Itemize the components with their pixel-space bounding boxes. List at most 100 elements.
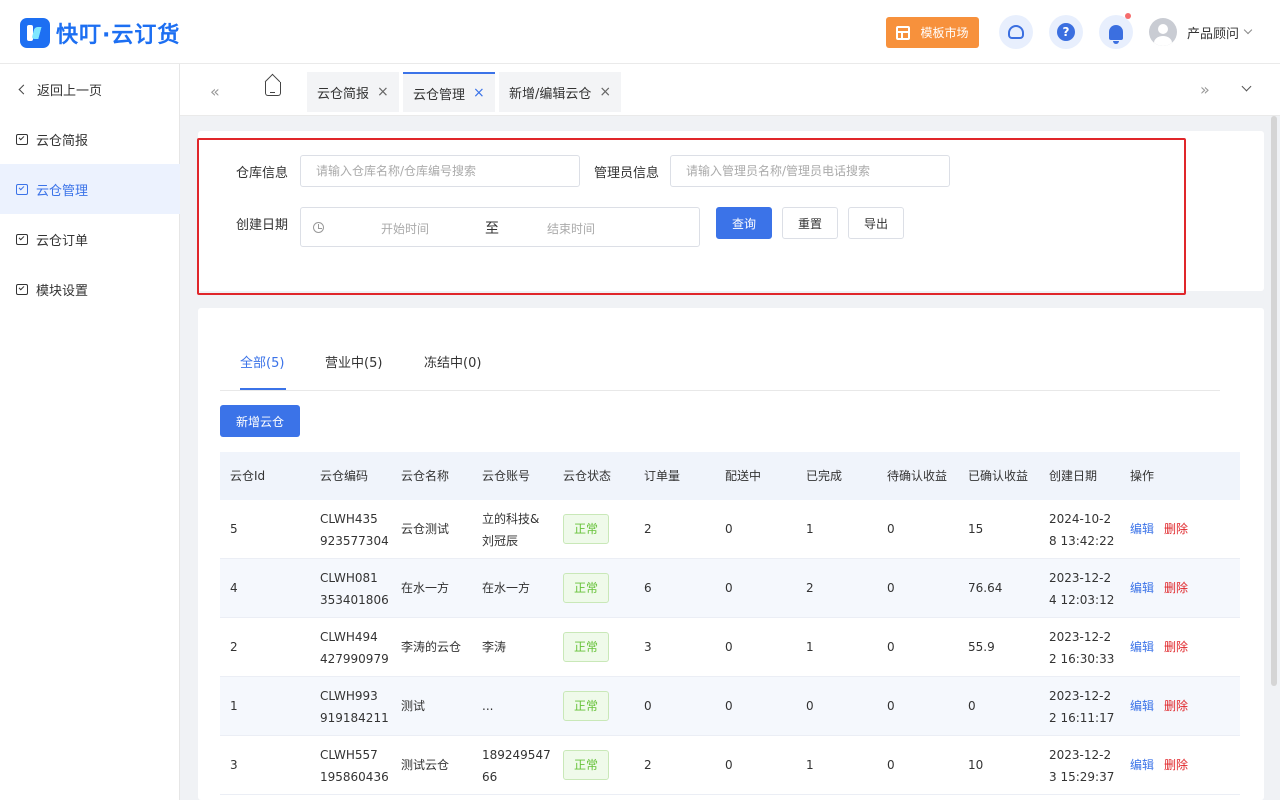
cell-account: 立的科技& <box>482 512 540 526</box>
tab-open[interactable]: 营业中(5) <box>325 352 382 371</box>
user-name: 产品顾问 <box>1187 26 1240 42</box>
cell-name: 测试 <box>401 699 426 713</box>
cell-orders: 2 <box>644 522 652 536</box>
cell-date: 2023-12-2 <box>1049 571 1112 585</box>
close-icon[interactable]: × <box>377 84 389 100</box>
delete-link[interactable]: 删除 <box>1164 699 1188 713</box>
delete-link[interactable]: 删除 <box>1164 581 1188 595</box>
tab-all[interactable]: 全部(5) <box>240 352 284 371</box>
sidebar-item-module-settings[interactable]: 模块设置 <box>0 264 180 314</box>
cell-delivering: 0 <box>725 640 733 654</box>
tab-brief[interactable]: 云仓简报 × <box>307 72 399 112</box>
checkbox-icon <box>16 183 28 195</box>
page-scrollbar[interactable] <box>1271 116 1277 686</box>
tabs-scroll-left-icon[interactable]: « <box>210 82 220 101</box>
checkbox-icon <box>16 283 28 295</box>
delete-link[interactable]: 删除 <box>1164 522 1188 536</box>
edit-link[interactable]: 编辑 <box>1130 758 1154 772</box>
warehouse-search-input[interactable] <box>300 155 580 187</box>
status-badge: 正常 <box>563 514 609 544</box>
customer-service-button[interactable] <box>999 15 1033 49</box>
column-header: 云仓状态 <box>563 469 612 483</box>
cell-account: 66 <box>482 770 498 784</box>
column-header: 云仓Id <box>230 469 266 483</box>
tab-label: 新增/编辑云仓 <box>509 86 592 102</box>
bell-icon <box>1109 24 1123 44</box>
template-market-button[interactable]: 模板市场 <box>886 17 979 48</box>
cell-delivering: 0 <box>725 758 733 772</box>
sidebar-item-orders[interactable]: 云仓订单 <box>0 214 180 264</box>
tab-label: 云仓简报 <box>317 86 370 102</box>
column-header: 已确认收益 <box>968 469 1029 483</box>
cell-confirmed-income: 55.9 <box>968 640 995 654</box>
date-end-placeholder[interactable]: 结束时间 <box>547 220 595 237</box>
edit-link[interactable]: 编辑 <box>1130 522 1154 536</box>
manager-info-label: 管理员信息 <box>594 166 660 181</box>
cell-date: 2023-12-2 <box>1049 689 1112 703</box>
sidebar-item-management[interactable]: 云仓管理 <box>0 164 180 214</box>
sidebar: 返回上一页 云仓简报 云仓管理 云仓订单 模块设置 <box>0 64 180 800</box>
checkbox-icon <box>16 133 28 145</box>
tab-add-edit[interactable]: 新增/编辑云仓 × <box>499 72 622 112</box>
cell-id: 2 <box>230 640 238 654</box>
tab-frozen[interactable]: 冻结中(0) <box>424 352 481 371</box>
add-warehouse-button[interactable]: 新增云仓 <box>220 405 300 437</box>
cell-pending-income: 0 <box>887 758 895 772</box>
cell-orders: 0 <box>644 699 652 713</box>
help-button[interactable]: ? <box>1049 15 1083 49</box>
cell-code: 427990979 <box>320 652 389 666</box>
row-actions: 编辑 删除 <box>1130 754 1188 776</box>
table-row: 4 CLWH081 353401806 在水一方 在水一方 6 0 2 0 76.64 2023-1… <box>220 559 1240 618</box>
close-icon[interactable]: × <box>473 85 485 101</box>
sidebar-item-label: 云仓订单 <box>36 233 89 249</box>
help-icon: ? <box>1057 23 1075 41</box>
export-button[interactable]: 导出 <box>848 207 904 239</box>
table-row: 2 CLWH494 427990979 李涛的云仓 李涛 3 0 1 0 55.9 2023-12-… <box>220 618 1240 677</box>
cell-completed: 1 <box>806 758 814 772</box>
column-header: 创建日期 <box>1049 469 1098 483</box>
cell-code: 923577304 <box>320 534 389 548</box>
column-header: 云仓账号 <box>482 469 531 483</box>
tab-management[interactable]: 云仓管理 × <box>403 72 495 112</box>
cell-delivering: 0 <box>725 581 733 595</box>
edit-link[interactable]: 编辑 <box>1130 640 1154 654</box>
cell-name: 李涛的云仓 <box>401 640 462 654</box>
cell-confirmed-income: 10 <box>968 758 984 772</box>
reset-button[interactable]: 重置 <box>782 207 838 239</box>
column-header: 操作 <box>1130 469 1155 483</box>
cell-id: 5 <box>230 522 238 536</box>
home-icon[interactable] <box>265 82 281 96</box>
close-icon[interactable]: × <box>599 84 611 100</box>
tabs-scroll-right-icon[interactable]: » <box>1200 80 1210 99</box>
page-tabbar: « 云仓简报 × 云仓管理 × 新增/编辑云仓 × » <box>180 64 1280 116</box>
query-button[interactable]: 查询 <box>716 207 772 239</box>
cell-delivering: 0 <box>725 522 733 536</box>
delete-link[interactable]: 删除 <box>1164 758 1188 772</box>
cell-code: CLWH435 <box>320 512 378 526</box>
user-menu[interactable]: 产品顾问 <box>1149 18 1253 46</box>
edit-link[interactable]: 编辑 <box>1130 699 1154 713</box>
column-header: 订单量 <box>644 469 681 483</box>
delete-link[interactable]: 删除 <box>1164 640 1188 654</box>
cell-account: 李涛 <box>482 640 507 654</box>
edit-link[interactable]: 编辑 <box>1130 581 1154 595</box>
cell-pending-income: 0 <box>887 522 895 536</box>
sidebar-item-label: 云仓管理 <box>36 183 89 199</box>
chevron-down-icon[interactable] <box>1241 81 1252 92</box>
app-logo[interactable]: 快叮·云订货 <box>20 17 180 49</box>
cell-orders: 3 <box>644 640 652 654</box>
date-range-picker[interactable]: 开始时间 至 结束时间 <box>300 207 700 247</box>
cell-code: 195860436 <box>320 770 389 784</box>
date-start-placeholder[interactable]: 开始时间 <box>381 220 429 237</box>
manager-search-input[interactable] <box>670 155 950 187</box>
sidebar-item-label: 模块设置 <box>36 283 89 299</box>
table-row: 1 CLWH993 919184211 测试... 0 0 0 0 0 2023-12-2 2 16… <box>220 677 1240 736</box>
template-market-label: 模板市场 <box>920 26 969 40</box>
cell-pending-income: 0 <box>887 581 895 595</box>
cell-id: 1 <box>230 699 238 713</box>
avatar <box>1149 18 1177 46</box>
back-button[interactable]: 返回上一页 <box>16 79 102 99</box>
notification-button[interactable] <box>1099 13 1133 49</box>
sidebar-item-brief[interactable]: 云仓简报 <box>0 114 180 164</box>
cell-confirmed-income: 0 <box>968 699 976 713</box>
